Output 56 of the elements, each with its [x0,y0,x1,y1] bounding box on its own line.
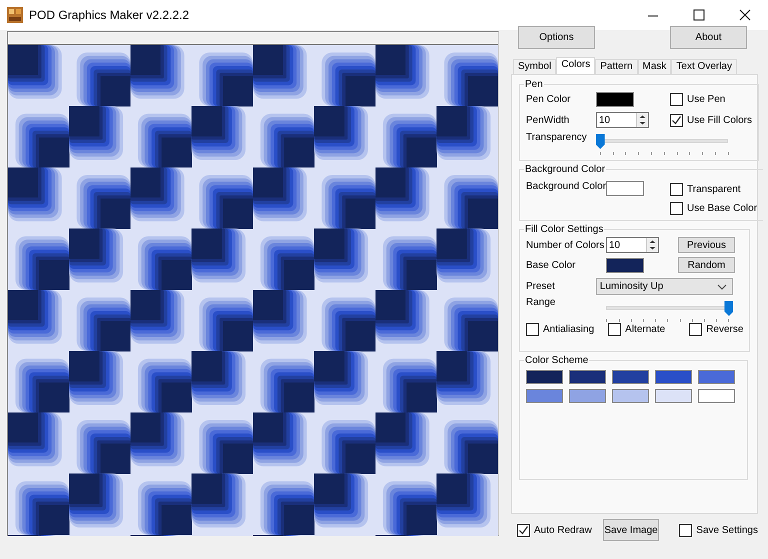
background-color-swatch[interactable] [606,181,644,196]
field-label: Base Color [526,260,576,270]
checkmark-icon [671,114,682,126]
checkbox[interactable]: Alternate [608,323,666,336]
pen-color-swatch[interactable] [596,92,634,107]
field-label: Range [526,297,556,308]
checkbox[interactable]: Use Fill Colors [670,114,752,126]
field-label: Preset [526,281,555,292]
group-title: Background Color [524,164,606,175]
color-swatch[interactable] [655,370,692,384]
group-title: Pen [524,79,544,90]
checkbox[interactable]: Transparent [670,183,758,196]
about-button[interactable]: About [670,26,747,49]
color-swatch[interactable] [526,370,563,384]
field-label: Number of Colors [526,240,606,250]
number-field[interactable]: 10 [606,237,659,253]
color-swatch[interactable] [698,389,735,403]
checkmark-icon [518,524,529,536]
preset-dropdown[interactable]: Luminosity Up [596,278,733,295]
tab[interactable]: Text Overlay [671,59,737,74]
tab[interactable]: Pattern [595,59,638,74]
checkbox[interactable]: Use Pen [670,93,752,106]
color-swatch[interactable] [698,370,735,384]
color-swatch[interactable] [655,389,692,403]
app-logo-icon [7,7,23,23]
options-button[interactable]: Options [518,26,595,49]
checkbox[interactable]: Use Base Color [670,202,758,215]
field-label: Pen Color [526,94,572,105]
color-swatch[interactable] [612,389,649,403]
checkbox[interactable]: Reverse [689,323,744,336]
random-button[interactable]: Random [678,257,735,273]
group-title: Fill Color Settings [524,224,604,235]
spin-arrows-icon[interactable] [646,238,658,252]
checkbox[interactable]: Auto Redraw [517,524,592,536]
previous-button[interactable]: Previous [678,237,735,253]
field-label: Background Color [526,181,606,192]
tab[interactable]: Mask [638,59,672,74]
caret-icon [716,284,727,290]
maximize-icon[interactable] [692,8,706,22]
group-title: Color Scheme [524,355,590,366]
color-swatch[interactable] [569,389,606,403]
tab[interactable]: Colors [556,57,596,74]
save-image-button[interactable]: Save Image [602,519,660,541]
spin-arrows-icon[interactable] [636,113,648,127]
color-swatch[interactable] [569,370,606,384]
base-color-swatch[interactable] [606,258,644,272]
tab[interactable]: Symbol [513,59,556,74]
color-swatch[interactable] [612,370,649,384]
checkbox[interactable]: Save Settings [679,524,758,536]
field-label: PenWidth [526,114,570,126]
color-swatch[interactable] [526,389,563,403]
close-icon[interactable] [738,8,752,22]
number-field[interactable]: 10 [596,112,649,128]
field-label: Transparency [526,132,587,143]
window-title: POD Graphics Maker v2.2.2.2 [29,8,190,22]
checkbox[interactable]: Antialiasing [526,323,594,336]
